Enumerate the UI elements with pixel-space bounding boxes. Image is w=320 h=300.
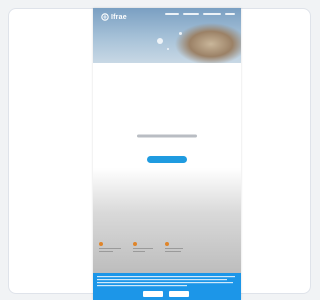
feature-icon [99, 242, 103, 246]
feature-item [133, 242, 167, 252]
headline-placeholder [137, 134, 197, 138]
cta-button[interactable] [147, 156, 187, 163]
feature-icon [165, 242, 169, 246]
nav-item-4[interactable] [225, 13, 235, 15]
hero-bubble [179, 32, 182, 35]
top-nav [165, 13, 235, 15]
web-page: Ifrae [93, 8, 241, 300]
hero-banner: Ifrae [93, 8, 241, 63]
logo-icon [101, 13, 109, 21]
brand-name: Ifrae [111, 13, 127, 21]
cookie-accept-button[interactable] [143, 291, 163, 297]
hero-bubble [157, 38, 163, 44]
hero-bubble [167, 48, 169, 50]
feature-item [99, 242, 133, 252]
site-logo[interactable]: Ifrae [101, 13, 127, 21]
feature-icon [133, 242, 137, 246]
nav-item-1[interactable] [165, 13, 179, 15]
hero-headline [93, 134, 241, 138]
nav-item-3[interactable] [203, 13, 221, 15]
cookie-settings-button[interactable] [169, 291, 189, 297]
cookie-banner [93, 273, 241, 300]
cookie-text-lines [97, 276, 235, 287]
nav-item-2[interactable] [183, 13, 199, 15]
feature-item [165, 242, 199, 252]
